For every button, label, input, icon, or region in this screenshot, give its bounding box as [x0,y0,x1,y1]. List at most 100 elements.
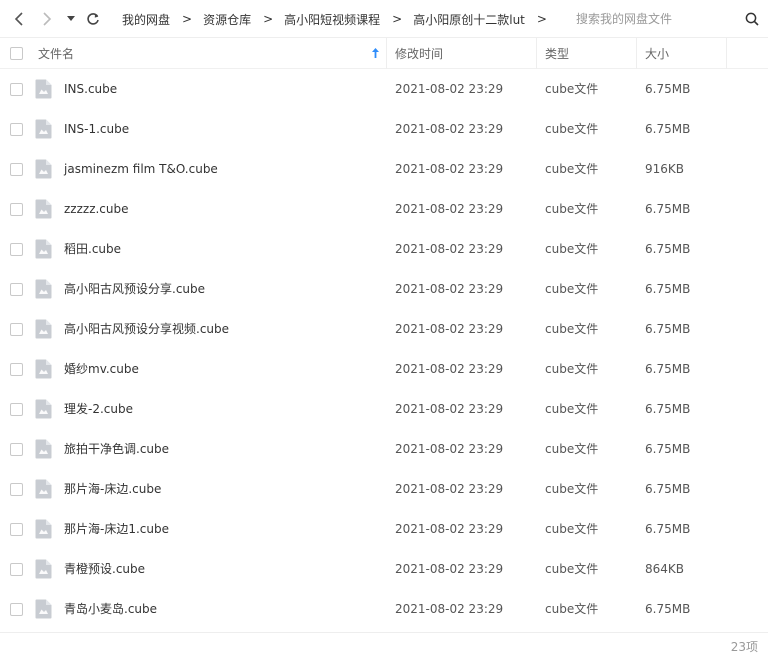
row-checkbox[interactable] [10,523,23,536]
toolbar: 我的网盘 > 资源仓库 > 高小阳短视频课程 > 高小阳原创十二款lut > [0,0,768,38]
back-button[interactable] [8,8,30,30]
column-header-size[interactable]: 大小 [645,38,669,69]
file-name[interactable]: 那片海-床边1.cube [64,509,169,549]
file-type: cube文件 [545,322,599,336]
breadcrumb-item[interactable]: 我的网盘 [122,11,170,28]
column-divider[interactable] [726,38,727,69]
file-size: 6.75MB [645,322,691,336]
row-checkbox[interactable] [10,203,23,216]
file-name[interactable]: INS.cube [64,69,117,109]
file-name[interactable]: INS-1.cube [64,109,129,149]
file-row[interactable]: 那片海-床边.cube 2021-08-02 23:29 cube文件 6.75… [0,469,768,509]
file-row[interactable]: 青岛小麦岛.cube 2021-08-02 23:29 cube文件 6.75M… [0,589,768,629]
breadcrumb: 我的网盘 > 资源仓库 > 高小阳短视频课程 > 高小阳原创十二款lut > [122,0,558,38]
file-row[interactable]: zzzzz.cube 2021-08-02 23:29 cube文件 6.75M… [0,189,768,229]
file-row[interactable]: 那片海-床边1.cube 2021-08-02 23:29 cube文件 6.7… [0,509,768,549]
file-modified-time: 2021-08-02 23:29 [395,482,504,496]
file-type: cube文件 [545,402,599,416]
file-name[interactable]: 旅拍干净色调.cube [64,429,169,469]
file-size: 916KB [645,162,685,176]
file-modified-time: 2021-08-02 23:29 [395,82,504,96]
row-checkbox[interactable] [10,603,23,616]
refresh-button[interactable] [82,8,104,30]
column-divider[interactable] [386,38,387,69]
file-type: cube文件 [545,242,599,256]
file-modified-time: 2021-08-02 23:29 [395,322,504,336]
row-checkbox[interactable] [10,363,23,376]
forward-button[interactable] [36,8,58,30]
history-dropdown-button[interactable] [62,8,80,30]
file-row[interactable]: 高小阳古风预设分享视频.cube 2021-08-02 23:29 cube文件… [0,309,768,349]
generic-file-icon [35,199,52,219]
column-header-label: 文件名 [38,47,75,61]
file-list-header: 文件名 修改时间 类型 大小 [0,38,768,69]
select-all-checkbox[interactable] [10,47,23,60]
row-checkbox[interactable] [10,483,23,496]
file-row[interactable]: INS-1.cube 2021-08-02 23:29 cube文件 6.75M… [0,109,768,149]
file-name[interactable]: 理发-2.cube [64,389,133,429]
row-checkbox[interactable] [10,243,23,256]
file-modified-time: 2021-08-02 23:29 [395,282,504,296]
file-size: 6.75MB [645,122,691,136]
file-name[interactable]: 青岛小麦岛.cube [64,589,157,629]
chevron-right-icon [43,12,52,26]
generic-file-icon [35,319,52,339]
column-divider[interactable] [636,38,637,69]
file-size: 6.75MB [645,402,691,416]
file-name[interactable]: 青橙预设.cube [64,549,145,589]
breadcrumb-item[interactable]: 资源仓库 [203,11,251,28]
file-type: cube文件 [545,522,599,536]
file-modified-time: 2021-08-02 23:29 [395,402,504,416]
file-name[interactable]: zzzzz.cube [64,189,129,229]
file-modified-time: 2021-08-02 23:29 [395,242,504,256]
column-header-type[interactable]: 类型 [545,38,569,69]
row-checkbox[interactable] [10,163,23,176]
file-row[interactable]: 高小阳古风预设分享.cube 2021-08-02 23:29 cube文件 6… [0,269,768,309]
file-row[interactable]: 青橙预设.cube 2021-08-02 23:29 cube文件 864KB [0,549,768,589]
column-divider[interactable] [536,38,537,69]
file-modified-time: 2021-08-02 23:29 [395,122,504,136]
file-type: cube文件 [545,562,599,576]
file-modified-time: 2021-08-02 23:29 [395,602,504,616]
file-modified-time: 2021-08-02 23:29 [395,162,504,176]
column-header-label: 类型 [545,47,570,61]
file-modified-time: 2021-08-02 23:29 [395,522,504,536]
file-type: cube文件 [545,122,599,136]
file-row[interactable]: 婚纱mv.cube 2021-08-02 23:29 cube文件 6.75MB [0,349,768,389]
generic-file-icon [35,239,52,259]
column-header-label: 大小 [645,47,670,61]
file-type: cube文件 [545,442,599,456]
file-name[interactable]: 稻田.cube [64,229,121,269]
file-name[interactable]: jasminezm film T&O.cube [64,149,218,189]
search-button[interactable] [742,9,762,29]
row-checkbox[interactable] [10,443,23,456]
file-row[interactable]: jasminezm film T&O.cube 2021-08-02 23:29… [0,149,768,189]
row-checkbox[interactable] [10,283,23,296]
column-header-name[interactable]: 文件名 [38,38,386,69]
row-checkbox[interactable] [10,403,23,416]
file-type: cube文件 [545,362,599,376]
row-checkbox[interactable] [10,123,23,136]
file-row[interactable]: 稻田.cube 2021-08-02 23:29 cube文件 6.75MB [0,229,768,269]
file-size: 6.75MB [645,202,691,216]
row-checkbox[interactable] [10,563,23,576]
file-size: 6.75MB [645,482,691,496]
file-size: 6.75MB [645,362,691,376]
file-name[interactable]: 高小阳古风预设分享.cube [64,269,205,309]
column-header-modified[interactable]: 修改时间 [395,38,443,69]
search-input[interactable] [568,8,738,30]
file-row[interactable]: 旅拍干净色调.cube 2021-08-02 23:29 cube文件 6.75… [0,429,768,469]
file-name[interactable]: 高小阳古风预设分享视频.cube [64,309,229,349]
row-checkbox[interactable] [10,83,23,96]
file-name[interactable]: 那片海-床边.cube [64,469,161,509]
file-row[interactable]: 理发-2.cube 2021-08-02 23:29 cube文件 6.75MB [0,389,768,429]
file-size: 6.75MB [645,282,691,296]
file-size: 6.75MB [645,522,691,536]
file-row[interactable]: INS.cube 2021-08-02 23:29 cube文件 6.75MB [0,69,768,109]
row-checkbox[interactable] [10,323,23,336]
file-name[interactable]: 婚纱mv.cube [64,349,139,389]
breadcrumb-separator: > [182,12,193,26]
breadcrumb-item[interactable]: 高小阳短视频课程 [284,11,380,28]
select-all-cell [10,38,23,69]
breadcrumb-item-current[interactable]: 高小阳原创十二款lut [413,11,525,28]
